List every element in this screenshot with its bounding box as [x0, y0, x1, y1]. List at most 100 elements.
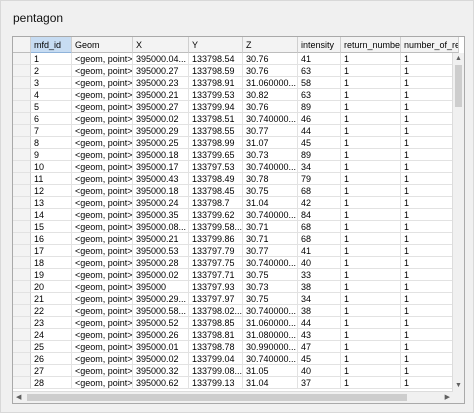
column-header-return-number[interactable]: return_number: [341, 37, 401, 53]
return-number-cell[interactable]: 1: [341, 341, 401, 353]
row-header[interactable]: [13, 269, 31, 281]
geom-cell[interactable]: <geom, point>: [72, 125, 133, 137]
row-header[interactable]: [13, 245, 31, 257]
z-cell[interactable]: 31.05: [243, 365, 298, 377]
z-cell[interactable]: 31.080000...: [243, 329, 298, 341]
intensity-cell[interactable]: 68: [298, 233, 341, 245]
geom-cell[interactable]: <geom, point>: [72, 317, 133, 329]
z-cell[interactable]: 30.740000...: [243, 305, 298, 317]
geom-cell[interactable]: <geom, point>: [72, 197, 133, 209]
x-cell[interactable]: 395000.02: [133, 269, 189, 281]
x-cell[interactable]: 395000.21: [133, 233, 189, 245]
mfd-id-cell[interactable]: 27: [31, 365, 72, 377]
number-of-returns-cell[interactable]: 1: [401, 209, 459, 221]
return-number-cell[interactable]: 1: [341, 89, 401, 101]
number-of-returns-cell[interactable]: 1: [401, 245, 459, 257]
x-cell[interactable]: 395000: [133, 281, 189, 293]
z-cell[interactable]: 30.75: [243, 293, 298, 305]
number-of-returns-cell[interactable]: 1: [401, 173, 459, 185]
intensity-cell[interactable]: 44: [298, 317, 341, 329]
intensity-cell[interactable]: 38: [298, 305, 341, 317]
return-number-cell[interactable]: 1: [341, 245, 401, 257]
x-cell[interactable]: 395000.43: [133, 173, 189, 185]
return-number-cell[interactable]: 1: [341, 209, 401, 221]
geom-cell[interactable]: <geom, point>: [72, 137, 133, 149]
row-header[interactable]: [13, 137, 31, 149]
return-number-cell[interactable]: 1: [341, 221, 401, 233]
row-header[interactable]: [13, 101, 31, 113]
mfd-id-cell[interactable]: 7: [31, 125, 72, 137]
row-header[interactable]: [13, 173, 31, 185]
z-cell[interactable]: 31.060000...: [243, 317, 298, 329]
x-cell[interactable]: 395000.62: [133, 377, 189, 389]
return-number-cell[interactable]: 1: [341, 173, 401, 185]
y-cell[interactable]: 133798.49: [189, 173, 243, 185]
mfd-id-cell[interactable]: 26: [31, 353, 72, 365]
number-of-returns-cell[interactable]: 1: [401, 113, 459, 125]
number-of-returns-cell[interactable]: 1: [401, 305, 459, 317]
return-number-cell[interactable]: 1: [341, 257, 401, 269]
y-cell[interactable]: 133799.94: [189, 101, 243, 113]
z-cell[interactable]: 30.73: [243, 281, 298, 293]
return-number-cell[interactable]: 1: [341, 185, 401, 197]
intensity-cell[interactable]: 89: [298, 101, 341, 113]
x-cell[interactable]: 395000.35: [133, 209, 189, 221]
column-header-geom[interactable]: Geom: [72, 37, 133, 53]
intensity-cell[interactable]: 68: [298, 185, 341, 197]
z-cell[interactable]: 30.82: [243, 89, 298, 101]
y-cell[interactable]: 133798.7: [189, 197, 243, 209]
z-cell[interactable]: 30.740000...: [243, 209, 298, 221]
number-of-returns-cell[interactable]: 1: [401, 221, 459, 233]
mfd-id-cell[interactable]: 2: [31, 65, 72, 77]
row-header[interactable]: [13, 149, 31, 161]
return-number-cell[interactable]: 1: [341, 233, 401, 245]
mfd-id-cell[interactable]: 4: [31, 89, 72, 101]
intensity-cell[interactable]: 41: [298, 245, 341, 257]
x-cell[interactable]: 395000.04...: [133, 53, 189, 65]
return-number-cell[interactable]: 1: [341, 353, 401, 365]
z-cell[interactable]: 30.76: [243, 65, 298, 77]
number-of-returns-cell[interactable]: 1: [401, 365, 459, 377]
geom-cell[interactable]: <geom, point>: [72, 65, 133, 77]
y-cell[interactable]: 133799.58...: [189, 221, 243, 233]
return-number-cell[interactable]: 1: [341, 149, 401, 161]
mfd-id-cell[interactable]: 25: [31, 341, 72, 353]
scroll-left-icon[interactable]: ◀: [16, 393, 21, 403]
row-header[interactable]: [13, 293, 31, 305]
number-of-returns-cell[interactable]: 1: [401, 257, 459, 269]
geom-cell[interactable]: <geom, point>: [72, 209, 133, 221]
return-number-cell[interactable]: 1: [341, 137, 401, 149]
geom-cell[interactable]: <geom, point>: [72, 53, 133, 65]
row-header[interactable]: [13, 53, 31, 65]
row-header[interactable]: [13, 365, 31, 377]
y-cell[interactable]: 133799.04: [189, 353, 243, 365]
y-cell[interactable]: 133799.08...: [189, 365, 243, 377]
x-cell[interactable]: 395000.58...: [133, 305, 189, 317]
x-cell[interactable]: 395000.01: [133, 341, 189, 353]
return-number-cell[interactable]: 1: [341, 377, 401, 389]
z-cell[interactable]: 30.76: [243, 53, 298, 65]
y-cell[interactable]: 133798.81: [189, 329, 243, 341]
x-cell[interactable]: 395000.02: [133, 353, 189, 365]
y-cell[interactable]: 133797.53: [189, 161, 243, 173]
z-cell[interactable]: 31.060000...: [243, 77, 298, 89]
mfd-id-cell[interactable]: 10: [31, 161, 72, 173]
geom-cell[interactable]: <geom, point>: [72, 185, 133, 197]
vertical-scroll-thumb[interactable]: [455, 65, 462, 107]
number-of-returns-cell[interactable]: 1: [401, 317, 459, 329]
corner-select-all-cell[interactable]: [13, 37, 31, 53]
row-header[interactable]: [13, 185, 31, 197]
column-header-intensity[interactable]: intensity: [298, 37, 341, 53]
number-of-returns-cell[interactable]: 1: [401, 125, 459, 137]
x-cell[interactable]: 395000.18: [133, 149, 189, 161]
x-cell[interactable]: 395000.18: [133, 185, 189, 197]
mfd-id-cell[interactable]: 9: [31, 149, 72, 161]
mfd-id-cell[interactable]: 3: [31, 77, 72, 89]
intensity-cell[interactable]: 40: [298, 257, 341, 269]
intensity-cell[interactable]: 63: [298, 65, 341, 77]
mfd-id-cell[interactable]: 16: [31, 233, 72, 245]
geom-cell[interactable]: <geom, point>: [72, 77, 133, 89]
row-header[interactable]: [13, 221, 31, 233]
scroll-right-icon[interactable]: ▶: [445, 393, 450, 403]
return-number-cell[interactable]: 1: [341, 77, 401, 89]
